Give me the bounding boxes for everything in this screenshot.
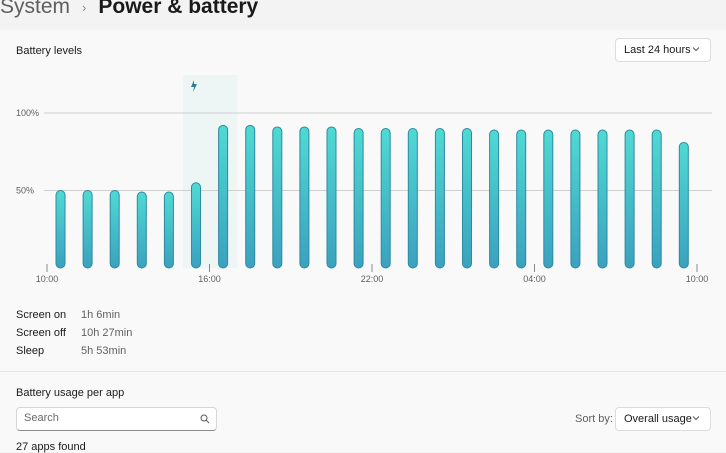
battery-bar[interactable] — [570, 129, 581, 269]
sort-by-label: Sort by: — [575, 413, 613, 425]
breadcrumb-system[interactable]: System — [0, 0, 70, 19]
battery-bar[interactable] — [624, 129, 635, 269]
x-tick-label: 10:00 — [36, 274, 59, 284]
battery-bar[interactable] — [272, 126, 283, 269]
battery-bar[interactable] — [516, 129, 527, 269]
battery-bar[interactable] — [434, 128, 445, 269]
battery-bar[interactable] — [597, 129, 608, 269]
x-tick-label: 10:00 — [686, 274, 709, 284]
apps-found-count: 27 apps found — [16, 441, 86, 453]
breadcrumb-separator-icon: › — [82, 0, 87, 15]
battery-bar[interactable] — [462, 128, 472, 269]
stat-value: 1h 6min — [81, 309, 121, 321]
x-tick-label: 04:00 — [523, 274, 546, 284]
y-tick-label: 50% — [16, 186, 34, 196]
stat-label: Screen on — [16, 309, 67, 321]
app-search-box[interactable] — [16, 407, 217, 431]
y-tick-label: 100% — [16, 108, 39, 118]
stat-screen-on: Screen on 1h 6min — [16, 306, 132, 324]
chevron-down-icon — [692, 416, 700, 421]
battery-bar[interactable] — [543, 129, 554, 269]
battery-bar[interactable] — [380, 128, 391, 269]
stat-sleep: Sleep 5h 53min — [16, 342, 132, 360]
battery-bar[interactable] — [407, 128, 418, 269]
sort-dropdown[interactable]: Overall usage — [615, 407, 711, 431]
x-tick-label: 16:00 — [198, 274, 221, 284]
battery-bar[interactable] — [82, 190, 93, 269]
battery-usage-title: Battery usage per app — [16, 387, 125, 399]
battery-bar[interactable] — [55, 190, 66, 269]
battery-bar[interactable] — [136, 191, 147, 269]
search-icon — [200, 414, 210, 424]
stat-value: 5h 53min — [81, 345, 127, 357]
stat-label: Screen off — [16, 327, 66, 339]
battery-bar[interactable] — [299, 126, 310, 269]
search-input[interactable] — [24, 412, 194, 424]
battery-bar[interactable] — [353, 128, 364, 269]
stat-label: Sleep — [16, 345, 45, 357]
breadcrumb: System › Power & battery — [0, 0, 258, 22]
battery-bar[interactable] — [489, 129, 500, 269]
battery-bar[interactable] — [678, 141, 689, 269]
battery-bar[interactable] — [191, 182, 201, 269]
sort-value: Overall usage — [624, 413, 692, 425]
battery-bar[interactable] — [218, 124, 229, 269]
battery-bar[interactable] — [163, 191, 174, 269]
x-tick-label: 22:00 — [361, 274, 384, 284]
battery-bar[interactable] — [326, 126, 337, 269]
battery-level-chart: 100% 50% 10:00 16:00 22:00 04:00 10:00 — [16, 75, 712, 284]
battery-bar[interactable] — [651, 129, 662, 269]
battery-bar[interactable] — [109, 190, 120, 269]
usage-stats: Screen on 1h 6min Screen off 10h 27min S… — [16, 306, 132, 360]
page-title: Power & battery — [98, 0, 259, 18]
stat-value: 10h 27min — [81, 327, 133, 339]
stat-screen-off: Screen off 10h 27min — [16, 324, 132, 342]
battery-bar[interactable] — [245, 124, 256, 269]
